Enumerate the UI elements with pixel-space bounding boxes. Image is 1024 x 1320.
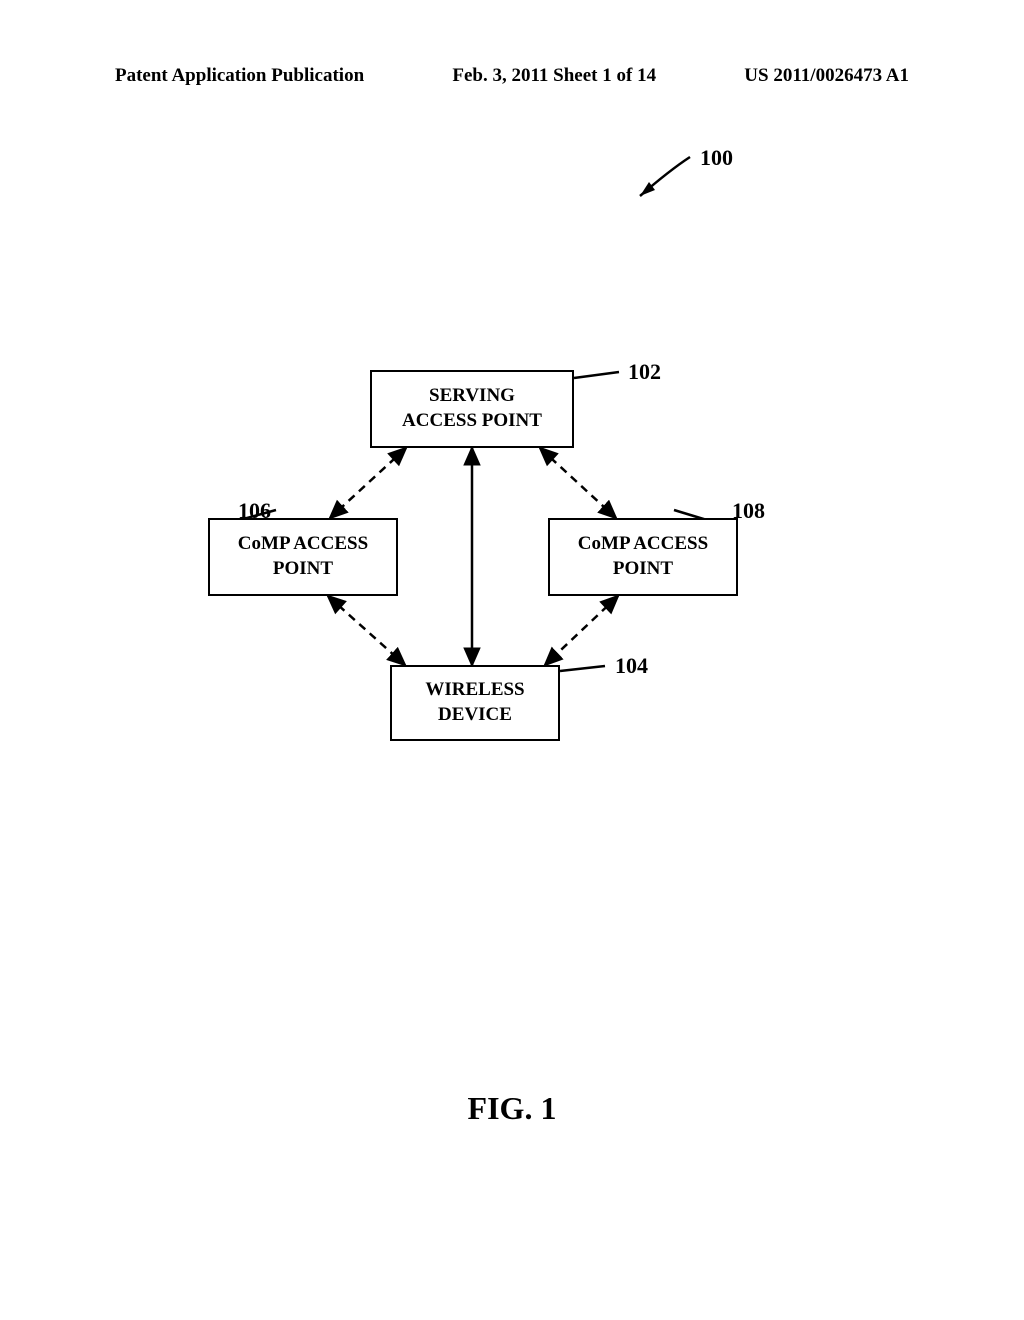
comp-access-point-left-box: CoMP ACCESS POINT	[208, 518, 398, 596]
serving-line1: SERVING	[429, 384, 515, 409]
header-publication-type: Patent Application Publication	[115, 65, 364, 87]
serving-line2: ACCESS POINT	[402, 409, 542, 434]
serving-access-point-box: SERVING ACCESS POINT	[370, 370, 574, 448]
comp-right-line1: CoMP ACCESS	[578, 532, 708, 557]
header-date-sheet: Feb. 3, 2011 Sheet 1 of 14	[452, 65, 656, 87]
comp-access-point-right-box: CoMP ACCESS POINT	[548, 518, 738, 596]
ref-label-wireless: 104	[615, 653, 648, 679]
comp-right-line2: POINT	[613, 557, 673, 582]
wireless-line1: WIRELESS	[425, 678, 524, 703]
diagram-connectors	[0, 140, 1024, 1140]
comp-left-line2: POINT	[273, 557, 333, 582]
ref-label-serving: 102	[628, 359, 661, 385]
figure-1: 100 102 106 108 104 SERVING ACCESS POINT…	[0, 140, 1024, 1140]
wireless-line2: DEVICE	[438, 703, 512, 728]
comp-left-line1: CoMP ACCESS	[238, 532, 368, 557]
page-header: Patent Application Publication Feb. 3, 2…	[0, 65, 1024, 87]
ref-label-system: 100	[700, 145, 733, 171]
header-publication-number: US 2011/0026473 A1	[744, 65, 909, 87]
figure-caption: FIG. 1	[0, 1090, 1024, 1127]
wireless-device-box: WIRELESS DEVICE	[390, 665, 560, 741]
